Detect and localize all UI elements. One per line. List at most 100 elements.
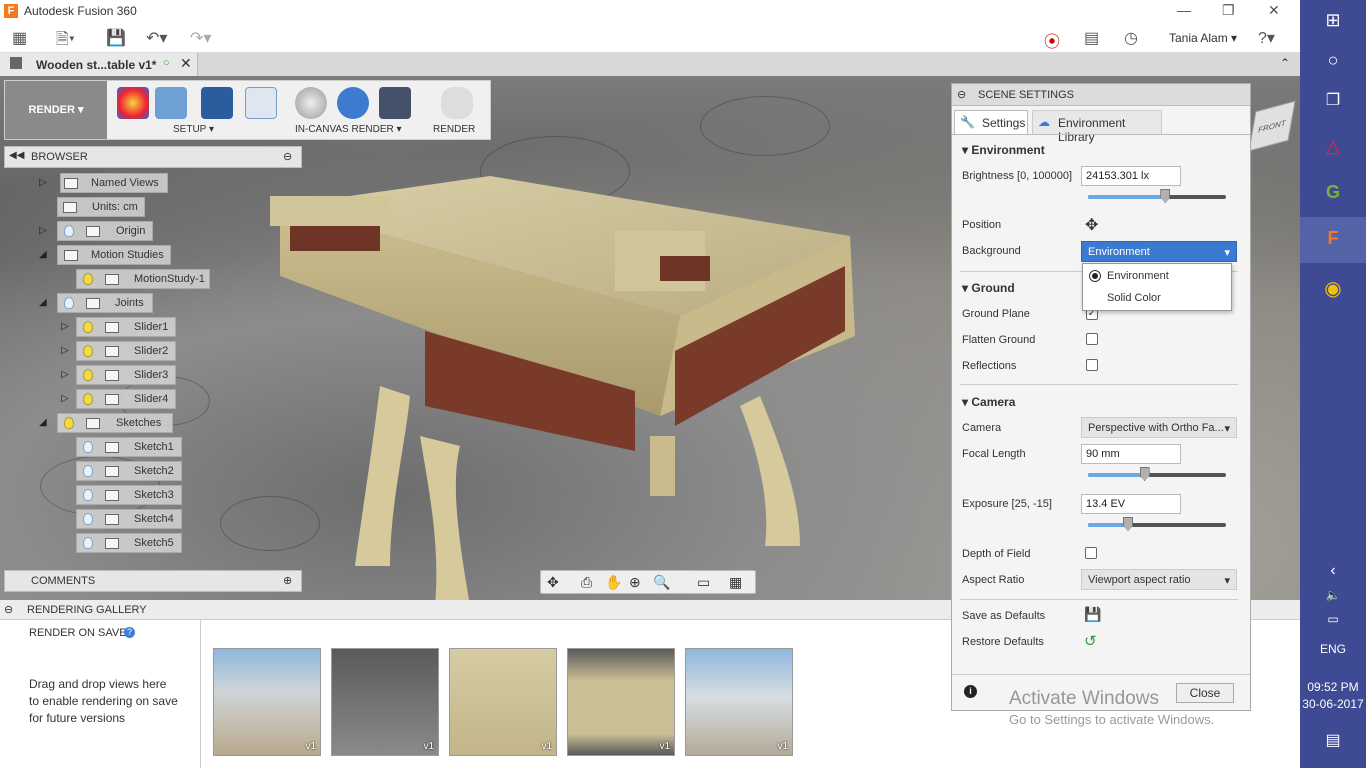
look-at-icon[interactable]: ⎙ bbox=[581, 574, 592, 591]
autodesk-app-icon[interactable]: △ bbox=[1300, 136, 1366, 157]
tree-item-origin[interactable]: ▷ Origin bbox=[39, 221, 153, 241]
fit-icon[interactable]: 🔍 bbox=[653, 574, 670, 591]
gallery-thumbnail[interactable]: v1 bbox=[567, 648, 675, 756]
collapse-gallery-icon[interactable]: ⊖ bbox=[4, 603, 13, 616]
add-comment-icon[interactable]: ⊕ bbox=[283, 574, 292, 587]
collapse-icon[interactable]: ◢ bbox=[39, 249, 47, 260]
info-icon[interactable]: i bbox=[964, 685, 977, 698]
comments-icon[interactable]: ▤ bbox=[1084, 28, 1099, 48]
volume-icon[interactable]: 🔈 bbox=[1300, 588, 1366, 602]
appearance-icon[interactable] bbox=[117, 87, 149, 119]
redo-icon[interactable]: ↷▾ bbox=[190, 28, 211, 48]
display-settings-icon[interactable]: ▭ bbox=[697, 574, 710, 591]
browser-header[interactable]: ◀◀ BROWSER ⊖ bbox=[4, 146, 302, 168]
comments-header[interactable]: COMMENTS ⊕ bbox=[4, 570, 302, 592]
teapot-render-icon[interactable] bbox=[441, 87, 473, 119]
help-icon[interactable]: ?▾ bbox=[1258, 28, 1275, 48]
in-canvas-render-icon[interactable] bbox=[295, 87, 327, 119]
setup-label[interactable]: SETUP ▾ bbox=[173, 124, 214, 135]
scene-settings-header[interactable]: ⊖ SCENE SETTINGS bbox=[952, 84, 1250, 106]
visibility-bulb-icon[interactable] bbox=[83, 321, 93, 333]
tree-item-slider1[interactable]: ▷ Slider1 bbox=[61, 317, 176, 337]
collapse-icon[interactable]: ◢ bbox=[39, 297, 47, 308]
ground-section[interactable]: ▾ Ground bbox=[962, 281, 1015, 295]
dropdown-option-environment[interactable]: Environment bbox=[1107, 270, 1169, 282]
visibility-bulb-icon[interactable] bbox=[64, 225, 74, 237]
texture-map-icon[interactable] bbox=[245, 87, 277, 119]
expand-icon[interactable]: ▷ bbox=[39, 177, 47, 188]
show-hidden-icons-chevron[interactable]: ‹ bbox=[1300, 562, 1366, 580]
capture-image-icon[interactable] bbox=[379, 87, 411, 119]
reflections-checkbox[interactable] bbox=[1086, 359, 1098, 371]
user-menu[interactable]: Tania Alam ▾ bbox=[1169, 31, 1237, 45]
workspace-switcher[interactable]: RENDER ▾ bbox=[5, 81, 107, 139]
slider-knob[interactable] bbox=[1139, 467, 1150, 481]
tree-item-slider2[interactable]: ▷ Slider2 bbox=[61, 341, 176, 361]
visibility-bulb-icon[interactable] bbox=[83, 489, 93, 501]
grid-menu-icon[interactable]: ▦ bbox=[12, 28, 27, 48]
fusion-app-icon[interactable]: F bbox=[1300, 228, 1366, 249]
exposure-slider[interactable] bbox=[1088, 517, 1226, 531]
tree-item-motionstudy-1[interactable]: MotionStudy-1 bbox=[76, 269, 210, 289]
minimize-browser-icon[interactable]: ⊖ bbox=[283, 150, 292, 163]
camera-section[interactable]: ▾ Camera bbox=[962, 395, 1015, 409]
focal-length-slider[interactable] bbox=[1088, 467, 1226, 481]
tree-item-motion-studies[interactable]: ◢ Motion Studies bbox=[39, 245, 171, 265]
tab-environment-library[interactable]: ☁ Environment Library bbox=[1032, 110, 1162, 144]
tree-item-sketch2[interactable]: Sketch2 bbox=[76, 461, 182, 481]
scene-settings-icon[interactable] bbox=[155, 87, 187, 119]
view-cube[interactable]: FRONT bbox=[1248, 100, 1296, 152]
language-indicator[interactable]: ENG bbox=[1300, 642, 1366, 656]
brightness-slider[interactable] bbox=[1088, 189, 1226, 203]
expand-icon[interactable]: ▷ bbox=[61, 369, 69, 380]
job-status-icon[interactable]: ◷ bbox=[1124, 28, 1138, 48]
orbit-icon[interactable]: ✥ bbox=[547, 574, 559, 591]
expand-icon[interactable]: ▷ bbox=[39, 225, 47, 236]
tree-item-slider3[interactable]: ▷ Slider3 bbox=[61, 365, 176, 385]
move-icon[interactable]: ✥ bbox=[1085, 215, 1098, 235]
clock-date[interactable]: 30-06-2017 bbox=[1300, 697, 1366, 711]
info-icon[interactable]: ? bbox=[124, 627, 135, 638]
save-icon[interactable]: 💾 bbox=[106, 28, 126, 48]
tree-item-sketch3[interactable]: Sketch3 bbox=[76, 485, 182, 505]
render-settings-gear-icon[interactable] bbox=[337, 87, 369, 119]
dropdown-option-solid-color[interactable]: Solid Color bbox=[1107, 292, 1161, 304]
gallery-thumbnail[interactable]: v1 bbox=[685, 648, 793, 756]
chrome-app-icon[interactable]: ◉ bbox=[1300, 276, 1366, 301]
visibility-bulb-icon[interactable] bbox=[83, 393, 93, 405]
maximize-button[interactable]: ❐ bbox=[1222, 2, 1235, 19]
task-view-icon[interactable]: ❐ bbox=[1300, 90, 1366, 110]
gallery-thumbnail[interactable]: v1 bbox=[213, 648, 321, 756]
render-label[interactable]: RENDER bbox=[433, 124, 475, 135]
pan-icon[interactable]: ✋ bbox=[605, 574, 622, 591]
depth-of-field-checkbox[interactable] bbox=[1085, 547, 1097, 559]
battery-icon[interactable]: ▭ bbox=[1300, 612, 1366, 626]
visibility-bulb-icon[interactable] bbox=[83, 537, 93, 549]
visibility-bulb-icon[interactable] bbox=[83, 369, 93, 381]
zoom-icon[interactable]: ⊕ bbox=[629, 574, 641, 591]
exposure-input[interactable]: 13.4 EV bbox=[1081, 494, 1181, 514]
visibility-bulb-icon[interactable] bbox=[83, 465, 93, 477]
collapse-panel-icon[interactable]: ⊖ bbox=[957, 88, 966, 101]
file-menu-icon[interactable]: 🗎▾ bbox=[56, 28, 75, 55]
action-center-icon[interactable]: ▤ bbox=[1300, 730, 1366, 750]
tree-item-sketch5[interactable]: Sketch5 bbox=[76, 533, 182, 553]
decal-icon[interactable] bbox=[201, 87, 233, 119]
undo-icon[interactable]: ↶▾ bbox=[146, 28, 167, 48]
tree-item-sketches[interactable]: ◢ Sketches bbox=[39, 413, 173, 433]
environment-section[interactable]: ▾ Environment bbox=[962, 143, 1045, 157]
visibility-bulb-icon[interactable] bbox=[83, 441, 93, 453]
gallery-thumbnail[interactable]: v1 bbox=[331, 648, 439, 756]
expand-icon[interactable]: ▷ bbox=[61, 393, 69, 404]
tree-item-units[interactable]: Units: cm bbox=[57, 197, 145, 217]
grammarly-app-icon[interactable]: G bbox=[1300, 182, 1366, 203]
record-icon[interactable]: ⦿ bbox=[1044, 28, 1060, 52]
collapse-icon[interactable]: ◢ bbox=[39, 417, 47, 428]
clock-time[interactable]: 09:52 PM bbox=[1300, 680, 1366, 694]
in-canvas-render-label[interactable]: IN-CANVAS RENDER ▾ bbox=[295, 124, 402, 135]
grid-settings-icon[interactable]: ▦ bbox=[729, 574, 742, 591]
tree-item-sketch1[interactable]: Sketch1 bbox=[76, 437, 182, 457]
tab-settings[interactable]: 🔧 Settings bbox=[954, 110, 1028, 134]
background-select[interactable]: Environment ▾ bbox=[1081, 241, 1237, 262]
brightness-input[interactable]: 24153.301 lx bbox=[1081, 166, 1181, 186]
